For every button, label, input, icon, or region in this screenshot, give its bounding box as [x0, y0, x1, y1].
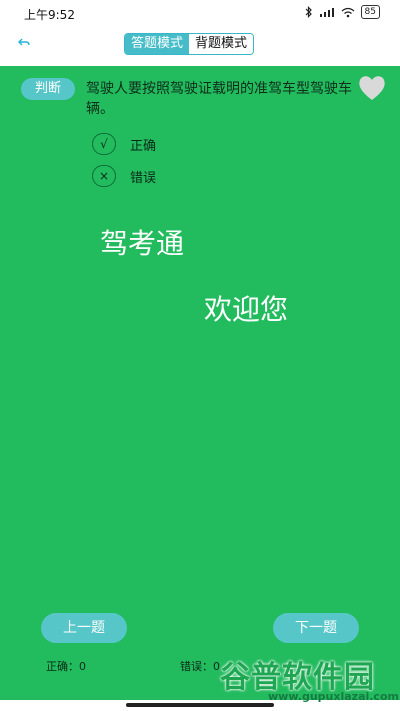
- battery-icon: 85: [360, 5, 380, 19]
- welcome-text-greeting: 欢迎您: [204, 293, 289, 326]
- correct-count: 正确：0: [46, 660, 86, 673]
- signal-icon: [319, 7, 334, 17]
- bluetooth-icon: [305, 6, 312, 18]
- watermark-url: www.gupuxlazai.com: [268, 690, 399, 703]
- option-false[interactable]: × 错误: [92, 165, 156, 187]
- status-bar: 上午9:52 85: [0, 0, 400, 26]
- status-icons: 85: [305, 5, 380, 19]
- option-label-true: 正确: [130, 138, 157, 154]
- watermark-logo: 谷普软件园 www.gupuxlazai.com: [212, 652, 399, 708]
- question-type-badge: 判断: [21, 78, 75, 100]
- check-icon: √: [92, 133, 116, 155]
- option-true[interactable]: √ 正确: [92, 133, 156, 155]
- tab-review-mode[interactable]: 背题模式: [189, 34, 254, 54]
- status-time: 上午9:52: [24, 8, 75, 22]
- header: 答题模式 背题模式: [0, 26, 400, 64]
- welcome-text-app: 驾考通: [100, 227, 185, 260]
- question-panel: 判断 驾驶人要按照驾驶证载明的准驾车型驾驶车辆。 √ 正确 × 错误 驾考通 欢…: [0, 66, 400, 700]
- question-text: 驾驶人要按照驾驶证载明的准驾车型驾驶车辆。: [86, 81, 352, 117]
- tab-answer-mode[interactable]: 答题模式: [125, 34, 190, 54]
- next-question-button[interactable]: 下一题: [273, 613, 359, 643]
- mode-toggle: 答题模式 背题模式: [124, 33, 255, 55]
- back-icon[interactable]: [14, 34, 34, 54]
- cross-icon: ×: [92, 165, 116, 187]
- wifi-icon: [341, 7, 354, 17]
- prev-question-button[interactable]: 上一题: [41, 613, 127, 643]
- heart-icon[interactable]: [357, 74, 387, 102]
- home-indicator[interactable]: [126, 703, 274, 707]
- option-label-false: 错误: [130, 170, 157, 186]
